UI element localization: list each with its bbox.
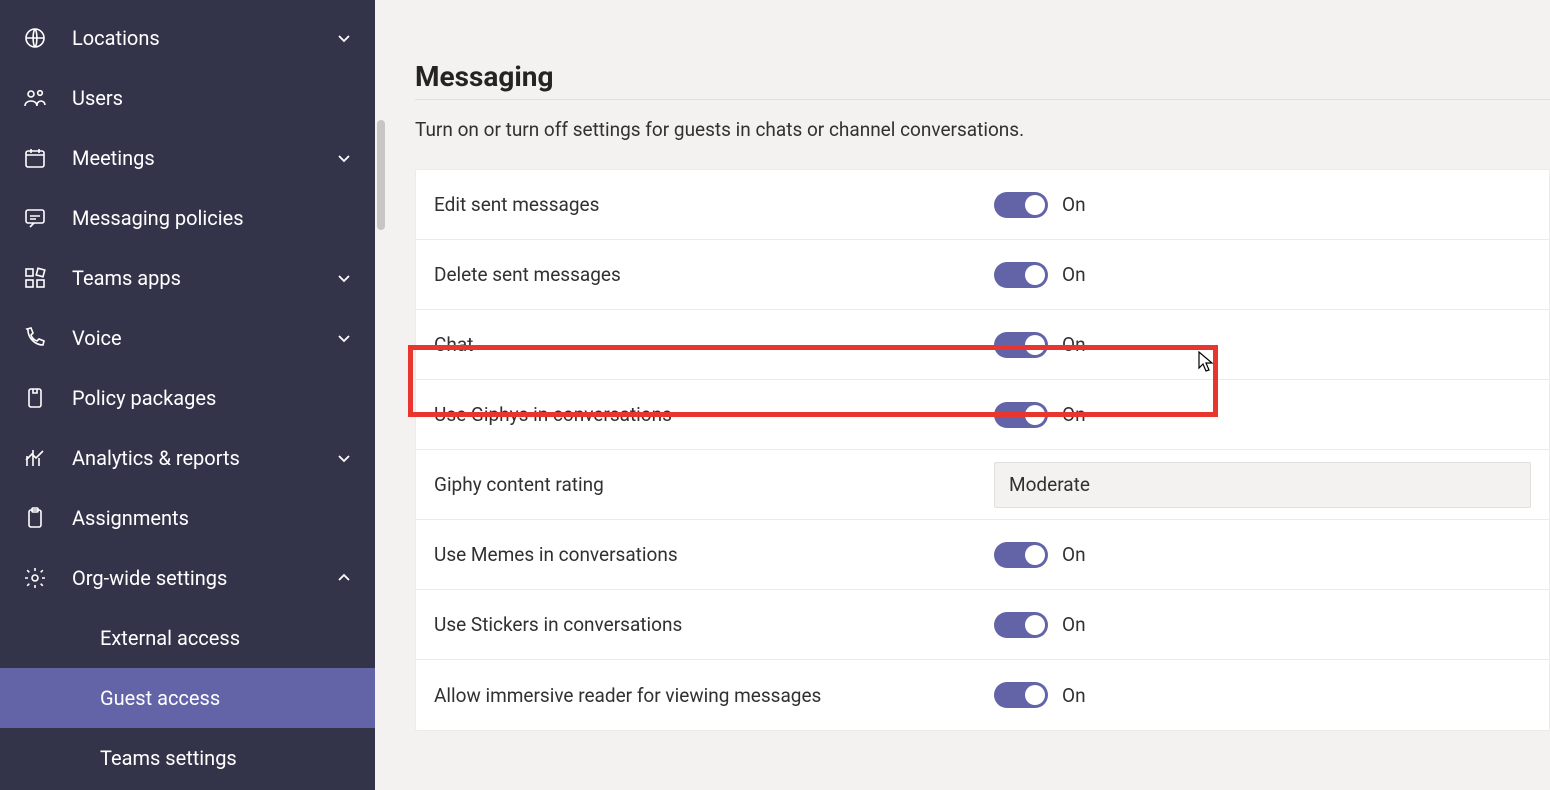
toggle-use-memes[interactable] [994, 542, 1048, 568]
toggle-use-giphys[interactable] [994, 402, 1048, 428]
setting-label: Delete sent messages [434, 263, 994, 286]
sidebar-item-messaging-policies[interactable]: Messaging policies [0, 188, 375, 248]
phone-icon [22, 325, 48, 351]
toggle-edit-sent-messages[interactable] [994, 192, 1048, 218]
toggle-state-text: On [1062, 333, 1086, 356]
main-content: Messaging Turn on or turn off settings f… [375, 0, 1550, 790]
calendar-icon [22, 145, 48, 171]
sidebar-item-voice[interactable]: Voice [0, 308, 375, 368]
sidebar-item-label: Voice [72, 326, 327, 350]
sidebar-item-analytics-reports[interactable]: Analytics & reports [0, 428, 375, 488]
toggle-state-text: On [1062, 263, 1086, 286]
chevron-down-icon [335, 449, 353, 467]
sidebar: Locations Users Meetings [0, 0, 375, 790]
toggle-use-stickers[interactable] [994, 612, 1048, 638]
toggle-state-text: On [1062, 403, 1086, 426]
users-icon [22, 85, 48, 111]
setting-label: Chat [434, 333, 994, 356]
setting-label: Edit sent messages [434, 193, 994, 216]
setting-label: Allow immersive reader for viewing messa… [434, 684, 994, 707]
setting-row-use-stickers: Use Stickers in conversations On [416, 590, 1549, 660]
setting-row-use-memes: Use Memes in conversations On [416, 520, 1549, 590]
sidebar-item-label: Org-wide settings [72, 566, 327, 590]
sidebar-item-assignments[interactable]: Assignments [0, 488, 375, 548]
sidebar-subitem-guest-access[interactable]: Guest access [0, 668, 375, 728]
chevron-down-icon [335, 269, 353, 287]
sidebar-item-label: Meetings [72, 146, 327, 170]
analytics-icon [22, 445, 48, 471]
sidebar-item-teams-apps[interactable]: Teams apps [0, 248, 375, 308]
chevron-down-icon [335, 149, 353, 167]
toggle-state-text: On [1062, 543, 1086, 566]
sidebar-item-policy-packages[interactable]: Policy packages [0, 368, 375, 428]
section-description: Turn on or turn off settings for guests … [415, 118, 1550, 141]
sidebar-item-users[interactable]: Users [0, 68, 375, 128]
sidebar-item-label: Assignments [72, 506, 353, 530]
sidebar-item-label: Teams apps [72, 266, 327, 290]
sidebar-subitem-label: Guest access [100, 686, 220, 710]
divider [415, 99, 1550, 100]
globe-icon [22, 25, 48, 51]
setting-label: Giphy content rating [434, 473, 994, 496]
setting-row-immersive-reader: Allow immersive reader for viewing messa… [416, 660, 1549, 730]
sidebar-item-label: Policy packages [72, 386, 353, 410]
setting-row-giphy-content-rating: Giphy content rating Moderate [416, 450, 1549, 520]
settings-card: Edit sent messages On Delete sent messag… [415, 169, 1550, 731]
sidebar-subitem-label: Teams settings [100, 746, 237, 770]
setting-row-delete-sent-messages: Delete sent messages On [416, 240, 1549, 310]
setting-label: Use Giphys in conversations [434, 403, 994, 426]
apps-icon [22, 265, 48, 291]
sidebar-item-meetings[interactable]: Meetings [0, 128, 375, 188]
sidebar-item-label: Analytics & reports [72, 446, 327, 470]
clipboard-icon [22, 505, 48, 531]
sidebar-item-locations[interactable]: Locations [0, 8, 375, 68]
sidebar-subitem-teams-settings[interactable]: Teams settings [0, 728, 375, 788]
toggle-immersive-reader[interactable] [994, 682, 1048, 708]
section-title: Messaging [415, 60, 1550, 93]
setting-row-edit-sent-messages: Edit sent messages On [416, 170, 1549, 240]
package-icon [22, 385, 48, 411]
sidebar-item-label: Users [72, 86, 353, 110]
chevron-down-icon [335, 29, 353, 47]
scrollbar-thumb[interactable] [377, 120, 385, 230]
scrollbar-track [375, 0, 387, 790]
toggle-state-text: On [1062, 193, 1086, 216]
toggle-chat[interactable] [994, 332, 1048, 358]
sidebar-item-label: Messaging policies [72, 206, 353, 230]
chevron-down-icon [335, 329, 353, 347]
toggle-delete-sent-messages[interactable] [994, 262, 1048, 288]
toggle-state-text: On [1062, 684, 1086, 707]
sidebar-item-org-wide-settings[interactable]: Org-wide settings [0, 548, 375, 608]
gear-icon [22, 565, 48, 591]
sidebar-subitem-label: External access [100, 626, 240, 650]
setting-label: Use Memes in conversations [434, 543, 994, 566]
sidebar-item-label: Locations [72, 26, 327, 50]
sidebar-subitem-external-access[interactable]: External access [0, 608, 375, 668]
setting-row-use-giphys: Use Giphys in conversations On [416, 380, 1549, 450]
toggle-state-text: On [1062, 613, 1086, 636]
chevron-up-icon [335, 569, 353, 587]
setting-row-chat: Chat On [416, 310, 1549, 380]
chat-icon [22, 205, 48, 231]
select-giphy-content-rating[interactable]: Moderate [994, 462, 1531, 508]
setting-label: Use Stickers in conversations [434, 613, 994, 636]
select-value: Moderate [1009, 473, 1090, 496]
